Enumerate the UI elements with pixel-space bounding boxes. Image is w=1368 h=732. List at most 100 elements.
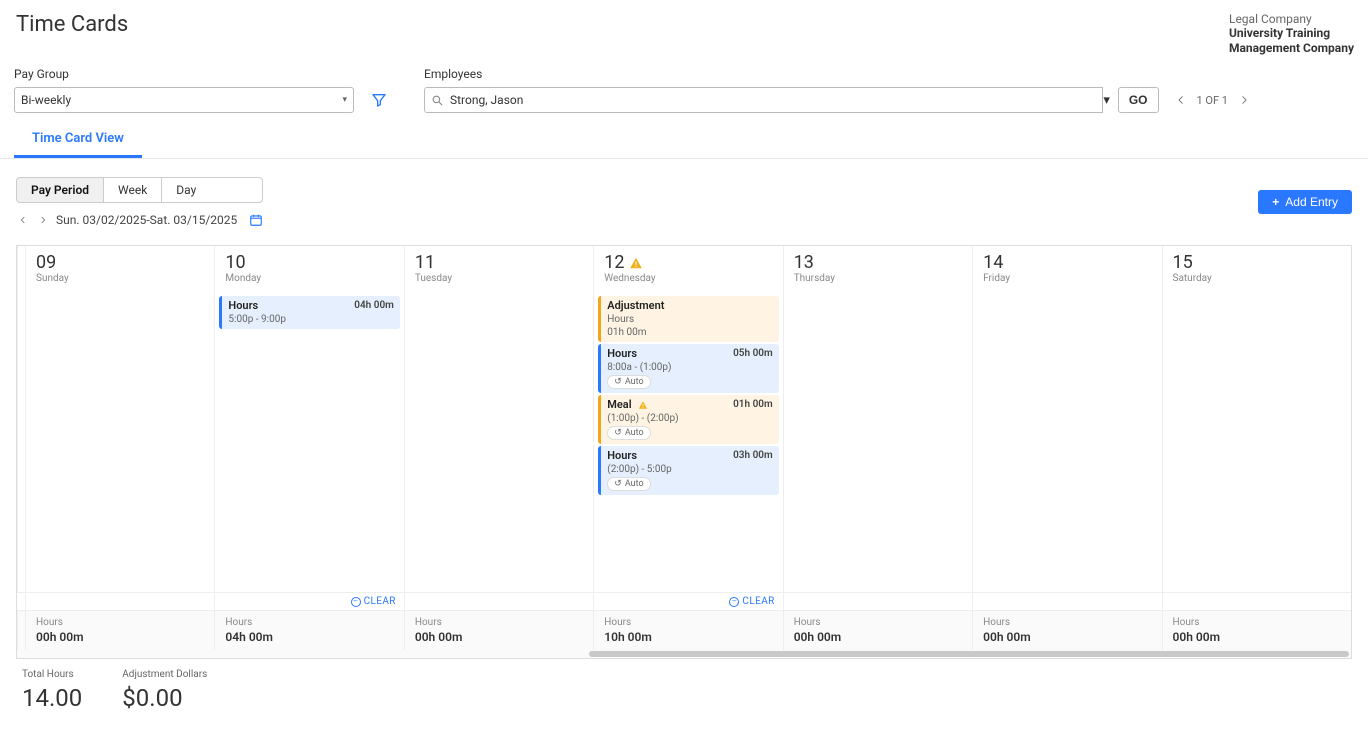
horizontal-scrollbar[interactable] bbox=[17, 650, 1351, 658]
clear-wed: –CLEAR bbox=[593, 593, 782, 610]
pager-prev-button[interactable] bbox=[1171, 90, 1191, 110]
pager-next-button[interactable] bbox=[1234, 90, 1254, 110]
event-title: Adjustment bbox=[607, 299, 664, 312]
day-total-tue: Hours00h 00m bbox=[404, 611, 593, 650]
day-total-wed: Hours10h 00m bbox=[593, 611, 782, 650]
event-title: Hours bbox=[228, 299, 258, 312]
filter-icon[interactable] bbox=[366, 87, 392, 113]
add-entry-label: Add Entry bbox=[1285, 195, 1338, 209]
event-hours[interactable]: Hours 03h 00m (2:00p) - 5:00p ↺Auto bbox=[598, 446, 778, 495]
grid-header: 09Sunday 10Monday 11Tuesday 12 Wednesday… bbox=[17, 246, 1351, 292]
tab-time-card-view[interactable]: Time Card View bbox=[14, 121, 142, 158]
day-header-wed[interactable]: 12 Wednesday bbox=[593, 246, 782, 292]
event-hours[interactable]: Hours 05h 00m 8:00a - (1:00p) ↺Auto bbox=[598, 344, 778, 393]
day-header-sat[interactable]: 15Saturday bbox=[1162, 246, 1351, 292]
event-timerange: (2:00p) - 5:00p bbox=[607, 464, 772, 475]
day-totals-row: Hours00h 00m Hours04h 00m Hours00h 00m H… bbox=[17, 610, 1351, 650]
go-button[interactable]: GO bbox=[1118, 87, 1159, 113]
day-dow: Saturday bbox=[1173, 273, 1341, 284]
adjustment-dollars-value: $0.00 bbox=[122, 684, 207, 712]
total-hours-label: Total Hours bbox=[22, 669, 82, 680]
event-title: Meal bbox=[607, 398, 648, 411]
clear-button[interactable]: –CLEAR bbox=[729, 596, 774, 607]
grand-totals: Total Hours 14.00 Adjustment Dollars $0.… bbox=[16, 659, 1352, 712]
day-num: 10 bbox=[225, 252, 393, 273]
day-total-sat: Hours00h 00m bbox=[1162, 611, 1351, 650]
day-dow: Sunday bbox=[36, 273, 204, 284]
auto-badge: ↺Auto bbox=[607, 375, 650, 389]
day-num: 12 bbox=[604, 252, 772, 273]
range-next-button[interactable] bbox=[36, 215, 50, 225]
pager-label: 1 OF 1 bbox=[1197, 94, 1228, 107]
employees-value: Strong, Jason bbox=[450, 93, 523, 107]
grid-body: Hours 04h 00m 5:00p - 9:00p Adjustment H… bbox=[17, 292, 1351, 592]
day-total-sun: Hours00h 00m bbox=[25, 611, 214, 650]
day-header-thu[interactable]: 13Thursday bbox=[783, 246, 972, 292]
event-title: Hours bbox=[607, 347, 637, 360]
event-timerange: (1:00p) - (2:00p) bbox=[607, 413, 772, 424]
day-col-sun[interactable] bbox=[25, 292, 214, 592]
brand-block: Legal Company University Training Manage… bbox=[1229, 12, 1354, 55]
brand-line-2: Management Company bbox=[1229, 41, 1354, 55]
chevron-down-icon: ▾ bbox=[342, 95, 347, 105]
seg-week[interactable]: Week bbox=[103, 178, 161, 202]
day-col-fri[interactable] bbox=[972, 292, 1161, 592]
employees-input[interactable]: Strong, Jason bbox=[424, 87, 1103, 113]
event-timerange: 5:00p - 9:00p bbox=[228, 314, 393, 325]
event-subtitle: Hours bbox=[607, 314, 772, 325]
range-prev-button[interactable] bbox=[16, 215, 30, 225]
pay-group-label: Pay Group bbox=[14, 67, 392, 81]
timecard-grid: 09Sunday 10Monday 11Tuesday 12 Wednesday… bbox=[16, 245, 1352, 659]
day-col-tue[interactable] bbox=[404, 292, 593, 592]
day-num: 13 bbox=[794, 252, 962, 273]
day-dow: Thursday bbox=[794, 273, 962, 284]
pay-group-select[interactable]: Bi-weekly ▾ bbox=[14, 87, 354, 113]
day-dow: Friday bbox=[983, 273, 1151, 284]
clear-button[interactable]: –CLEAR bbox=[351, 596, 396, 607]
adjustment-dollars-label: Adjustment Dollars bbox=[122, 669, 207, 680]
warning-icon bbox=[629, 256, 643, 270]
day-header-mon[interactable]: 10Monday bbox=[214, 246, 403, 292]
calendar-icon[interactable] bbox=[249, 213, 263, 227]
clear-thu bbox=[783, 593, 972, 610]
page-title: Time Cards bbox=[16, 12, 128, 37]
warning-icon bbox=[638, 400, 648, 410]
event-adjustment[interactable]: Adjustment Hours 01h 00m bbox=[598, 296, 778, 342]
employee-pager: 1 OF 1 bbox=[1171, 90, 1254, 110]
event-duration: 01h 00m bbox=[733, 399, 773, 410]
minus-circle-icon: – bbox=[729, 597, 739, 607]
add-entry-button[interactable]: + Add Entry bbox=[1258, 190, 1352, 214]
event-meal[interactable]: Meal 01h 00m (1:00p) - (2:00p) ↺Auto bbox=[598, 395, 778, 444]
adjustment-dollars: Adjustment Dollars $0.00 bbox=[122, 669, 207, 712]
employees-label: Employees bbox=[424, 67, 1354, 81]
day-total-thu: Hours00h 00m bbox=[783, 611, 972, 650]
clear-mon: –CLEAR bbox=[214, 593, 403, 610]
clear-fri bbox=[972, 593, 1161, 610]
event-duration: 04h 00m bbox=[354, 300, 394, 311]
day-header-sun[interactable]: 09Sunday bbox=[25, 246, 214, 292]
day-num: 14 bbox=[983, 252, 1151, 273]
day-col-mon[interactable]: Hours 04h 00m 5:00p - 9:00p bbox=[214, 292, 403, 592]
event-title: Hours bbox=[607, 449, 637, 462]
event-duration: 03h 00m bbox=[733, 450, 773, 461]
day-col-sat[interactable] bbox=[1162, 292, 1351, 592]
seg-pay-period[interactable]: Pay Period bbox=[17, 178, 103, 202]
clear-sat bbox=[1162, 593, 1351, 610]
day-header-tue[interactable]: 11Tuesday bbox=[404, 246, 593, 292]
day-col-wed[interactable]: Adjustment Hours 01h 00m Hours 05h 00m 8… bbox=[593, 292, 782, 592]
clock-icon: ↺ bbox=[614, 479, 622, 489]
total-hours: Total Hours 14.00 bbox=[22, 669, 82, 712]
day-num: 15 bbox=[1173, 252, 1341, 273]
day-header-fri[interactable]: 14Friday bbox=[972, 246, 1161, 292]
event-hours[interactable]: Hours 04h 00m 5:00p - 9:00p bbox=[219, 296, 399, 329]
employees-dropdown-button[interactable]: ▾ bbox=[1103, 93, 1110, 108]
event-timerange: 8:00a - (1:00p) bbox=[607, 362, 772, 373]
clear-row: –CLEAR –CLEAR bbox=[17, 592, 1351, 610]
clock-icon: ↺ bbox=[614, 377, 622, 387]
day-num: 09 bbox=[36, 252, 204, 273]
seg-day[interactable]: Day bbox=[161, 178, 210, 202]
total-hours-value: 14.00 bbox=[22, 684, 82, 712]
day-num: 11 bbox=[415, 252, 583, 273]
auto-badge: ↺Auto bbox=[607, 426, 650, 440]
day-col-thu[interactable] bbox=[783, 292, 972, 592]
